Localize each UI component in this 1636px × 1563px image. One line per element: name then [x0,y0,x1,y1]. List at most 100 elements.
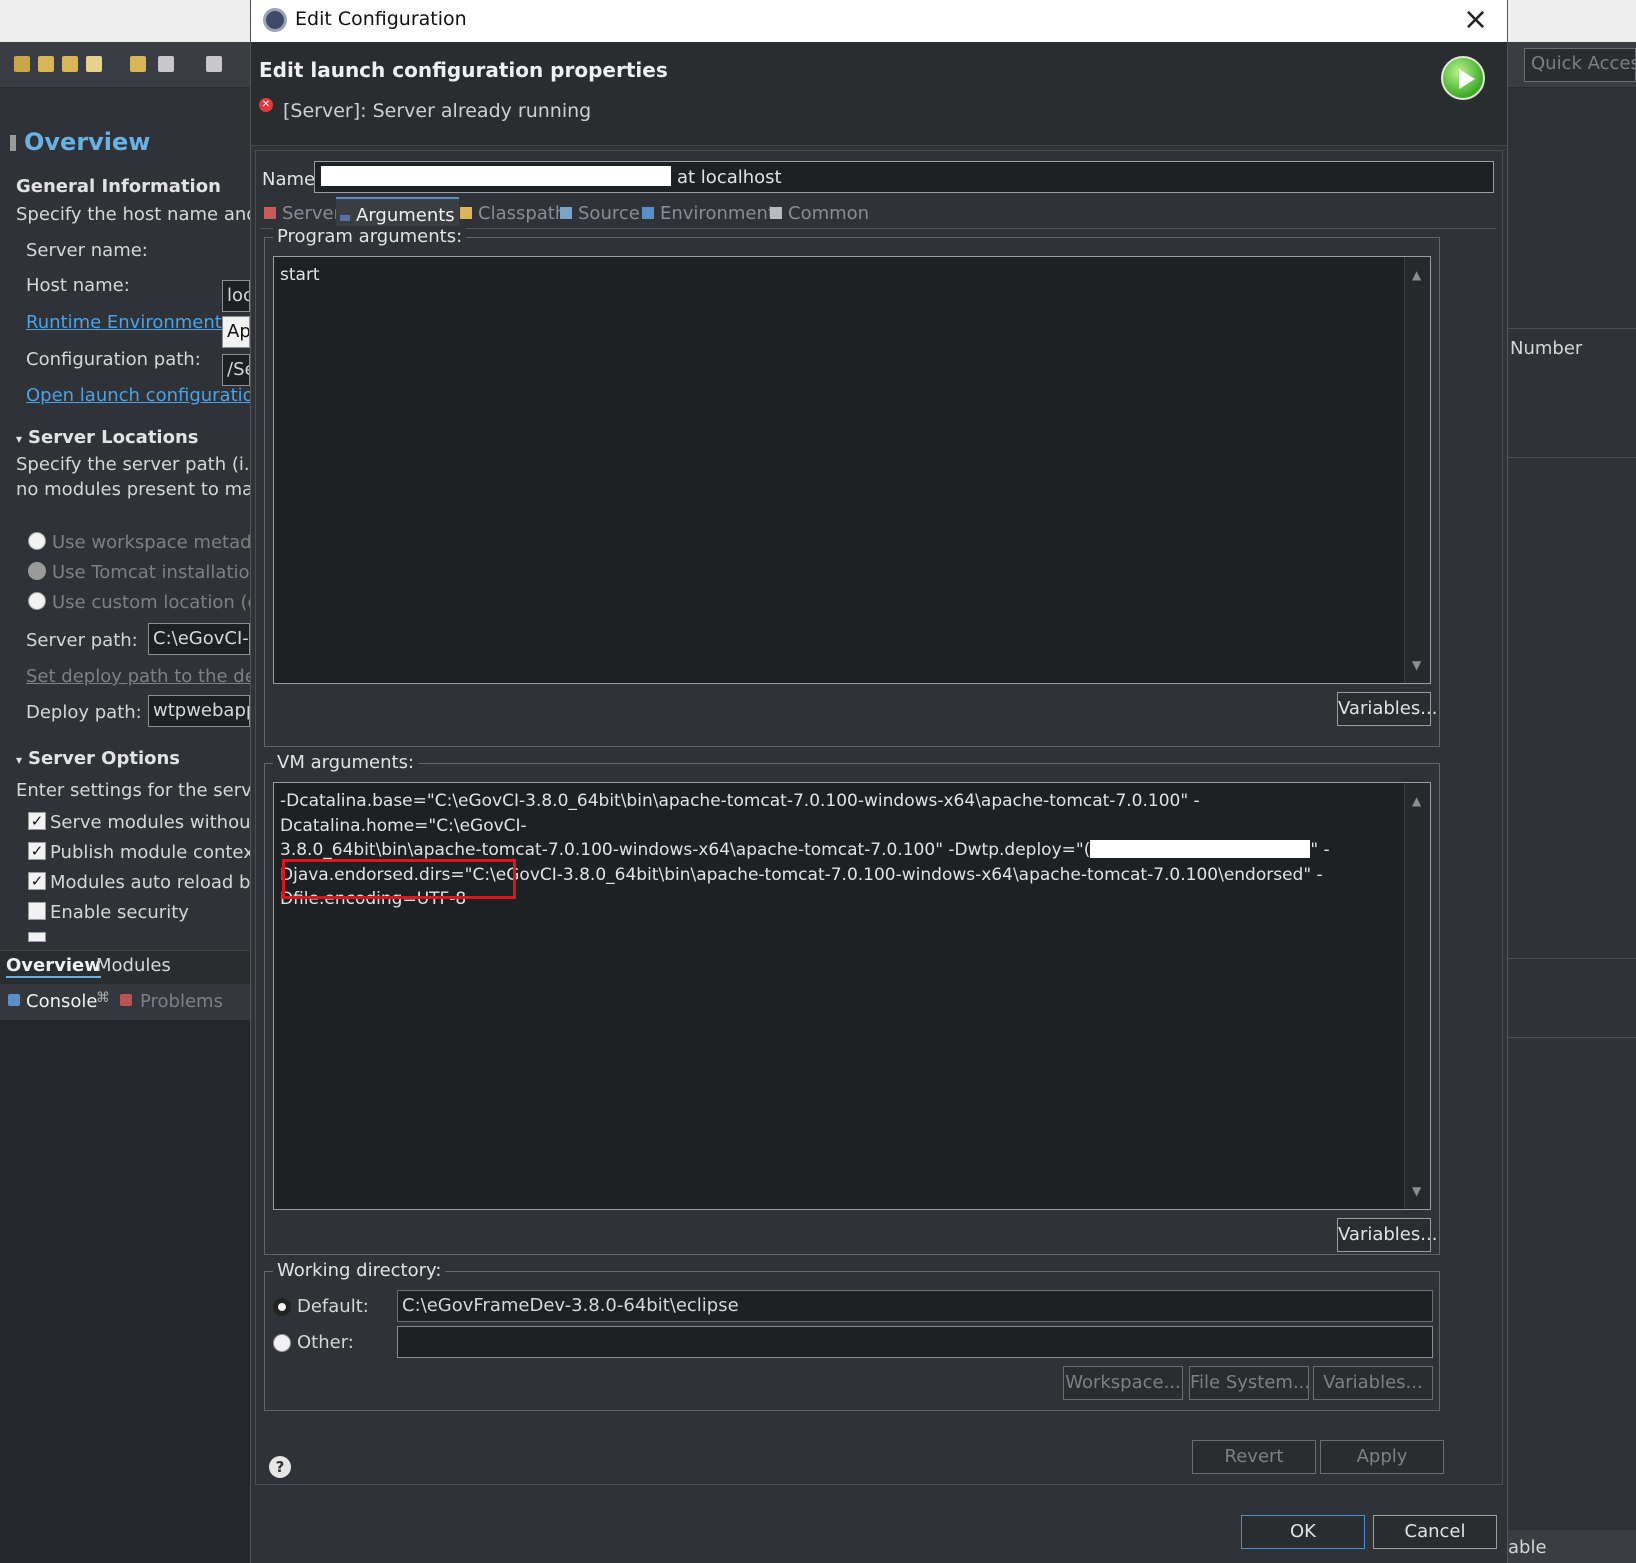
apply-button[interactable]: Apply [1320,1440,1444,1474]
open-launch-config-link[interactable]: Open launch configuration [26,385,265,406]
toolbar-new-icon[interactable] [14,56,30,72]
modules-tab[interactable]: Modules [96,955,171,976]
overview-title: Overview [10,128,150,156]
arguments-icon [340,215,350,221]
toolbar-document-icon[interactable] [158,56,174,72]
toolbar-edit-icon[interactable] [86,56,102,72]
serve-modules-checkbox[interactable]: ✓ [28,812,46,830]
redacted-name [321,166,671,186]
file-system-button[interactable]: File System... [1189,1366,1310,1400]
collapse-icon: ▾ [16,432,23,446]
server-name-label: Server name: [26,240,148,261]
problems-icon [120,994,132,1006]
toolbar-package-icon[interactable] [130,56,146,72]
console-tab[interactable]: Console [26,991,97,1012]
vm-args-line-1: -Dcatalina.base="C:\eGovCI-3.8.0_64bit\b… [280,791,1200,836]
edit-configuration-dialog: Edit Configuration × Edit launch configu… [250,0,1508,1563]
default-dir-label: Default: [297,1296,369,1317]
default-dir-radio[interactable] [273,1298,291,1316]
deploy-path-field[interactable]: wtpwebapp [148,695,250,727]
program-args-scrollbar[interactable]: ▲ ▼ [1404,257,1430,683]
publish-contexts-checkbox[interactable]: ✓ [28,842,46,860]
run-icon [1441,56,1485,100]
environment-icon [642,207,654,219]
toolbar-folder-icon[interactable] [62,56,78,72]
redacted-deploy-path [1090,840,1311,858]
workspace-button[interactable]: Workspace... [1063,1366,1183,1400]
deploy-path-label: Deploy path: [26,702,142,723]
host-name-field[interactable]: loc [222,280,250,312]
name-field[interactable]: at localhost [314,161,1494,193]
working-directory-group: Working directory: Default: C:\eGovFrame… [264,1260,1440,1411]
working-directory-label: Working directory: [273,1260,446,1281]
runtime-environment-link[interactable]: Runtime Environment: [26,312,228,333]
custom-location-radio[interactable] [28,592,46,610]
close-console-icon[interactable]: ⌘ [96,990,110,1006]
tab-server[interactable]: Server [260,197,345,229]
workspace-metadata-label: Use workspace metadat [52,532,270,553]
collapse-icon: ▾ [16,753,23,767]
overview-marker-icon [10,135,16,151]
workspace-metadata-radio[interactable] [28,532,46,550]
help-icon[interactable]: ? [269,1456,291,1478]
program-args-variables-button[interactable]: Variables... [1337,692,1437,726]
program-arguments-textarea[interactable]: start ▲ ▼ [273,256,1431,684]
vm-arguments-textarea[interactable]: -Dcatalina.base="C:\eGovCI-3.8.0_64bit\b… [273,782,1431,1210]
scroll-down-icon[interactable]: ▼ [1412,1179,1421,1204]
right-panel-section-2 [1508,958,1636,1038]
program-arguments-label: Program arguments: [273,226,467,247]
highlight-annotation [282,859,516,899]
enable-security-label: Enable security [50,902,189,923]
tab-arguments[interactable]: Arguments [336,197,459,229]
toolbar-open-icon[interactable] [38,56,54,72]
server-path-field[interactable]: C:\eGovCI- [148,623,250,655]
scroll-up-icon[interactable]: ▲ [1412,789,1421,814]
host-name-label: Host name: [26,275,130,296]
console-view [0,1020,250,1563]
server-icon [264,207,276,219]
tomcat-installation-radio[interactable] [28,562,46,580]
common-icon [770,207,782,219]
close-icon[interactable]: × [1463,2,1488,37]
toolbar-pin-icon[interactable] [206,56,222,72]
vm-args-variables-button[interactable]: Variables... [1337,1218,1437,1252]
set-deploy-path-link[interactable]: Set deploy path to the def [26,666,262,687]
quick-access-field[interactable]: Quick Access [1524,48,1636,82]
server-locations-heading[interactable]: ▾ Server Locations [16,427,199,448]
other-dir-label: Other: [297,1332,354,1353]
revert-button[interactable]: Revert [1192,1440,1316,1474]
config-tabs: Server Arguments Classpath Source Enviro… [260,195,1496,229]
scroll-down-icon[interactable]: ▼ [1412,653,1421,678]
name-label: Name: [262,169,322,190]
editor-page-tabs: Overview Modules [0,950,250,984]
tab-environment[interactable]: Environment [638,197,779,229]
other-dir-field[interactable] [397,1326,1433,1358]
header-title: Edit launch configuration properties [259,58,668,82]
enable-security-checkbox[interactable] [28,902,46,920]
right-number-header: Number [1510,338,1583,359]
custom-location-label: Use custom location (dc [52,592,269,613]
problems-tab[interactable]: Problems [140,991,223,1012]
tomcat-debug-checkbox[interactable] [28,932,46,942]
vm-args-scrollbar[interactable]: ▲ ▼ [1404,783,1430,1209]
config-path-field[interactable]: /Se [222,354,250,386]
tab-common[interactable]: Common [766,197,873,229]
overview-tab[interactable]: Overview [6,955,101,978]
cancel-button[interactable]: Cancel [1373,1515,1497,1549]
server-options-heading[interactable]: ▾ Server Options [16,748,180,769]
working-dir-variables-button[interactable]: Variables... [1313,1366,1433,1400]
dialog-title: Edit Configuration [295,8,467,30]
source-icon [560,207,572,219]
scroll-up-icon[interactable]: ▲ [1412,263,1421,288]
ok-button[interactable]: OK [1241,1515,1365,1549]
right-status-text: able [1508,1537,1547,1558]
vm-arguments-label: VM arguments: [273,752,419,773]
auto-reload-checkbox[interactable]: ✓ [28,872,46,890]
tab-classpath[interactable]: Classpath [456,197,570,229]
serve-modules-label: Serve modules without [50,812,258,833]
other-dir-radio[interactable] [273,1334,291,1352]
tab-source[interactable]: Source [556,197,644,229]
runtime-environment-select[interactable]: Ap [222,316,250,348]
dialog-titlebar: Edit Configuration × [251,0,1507,42]
gear-icon [263,8,287,32]
